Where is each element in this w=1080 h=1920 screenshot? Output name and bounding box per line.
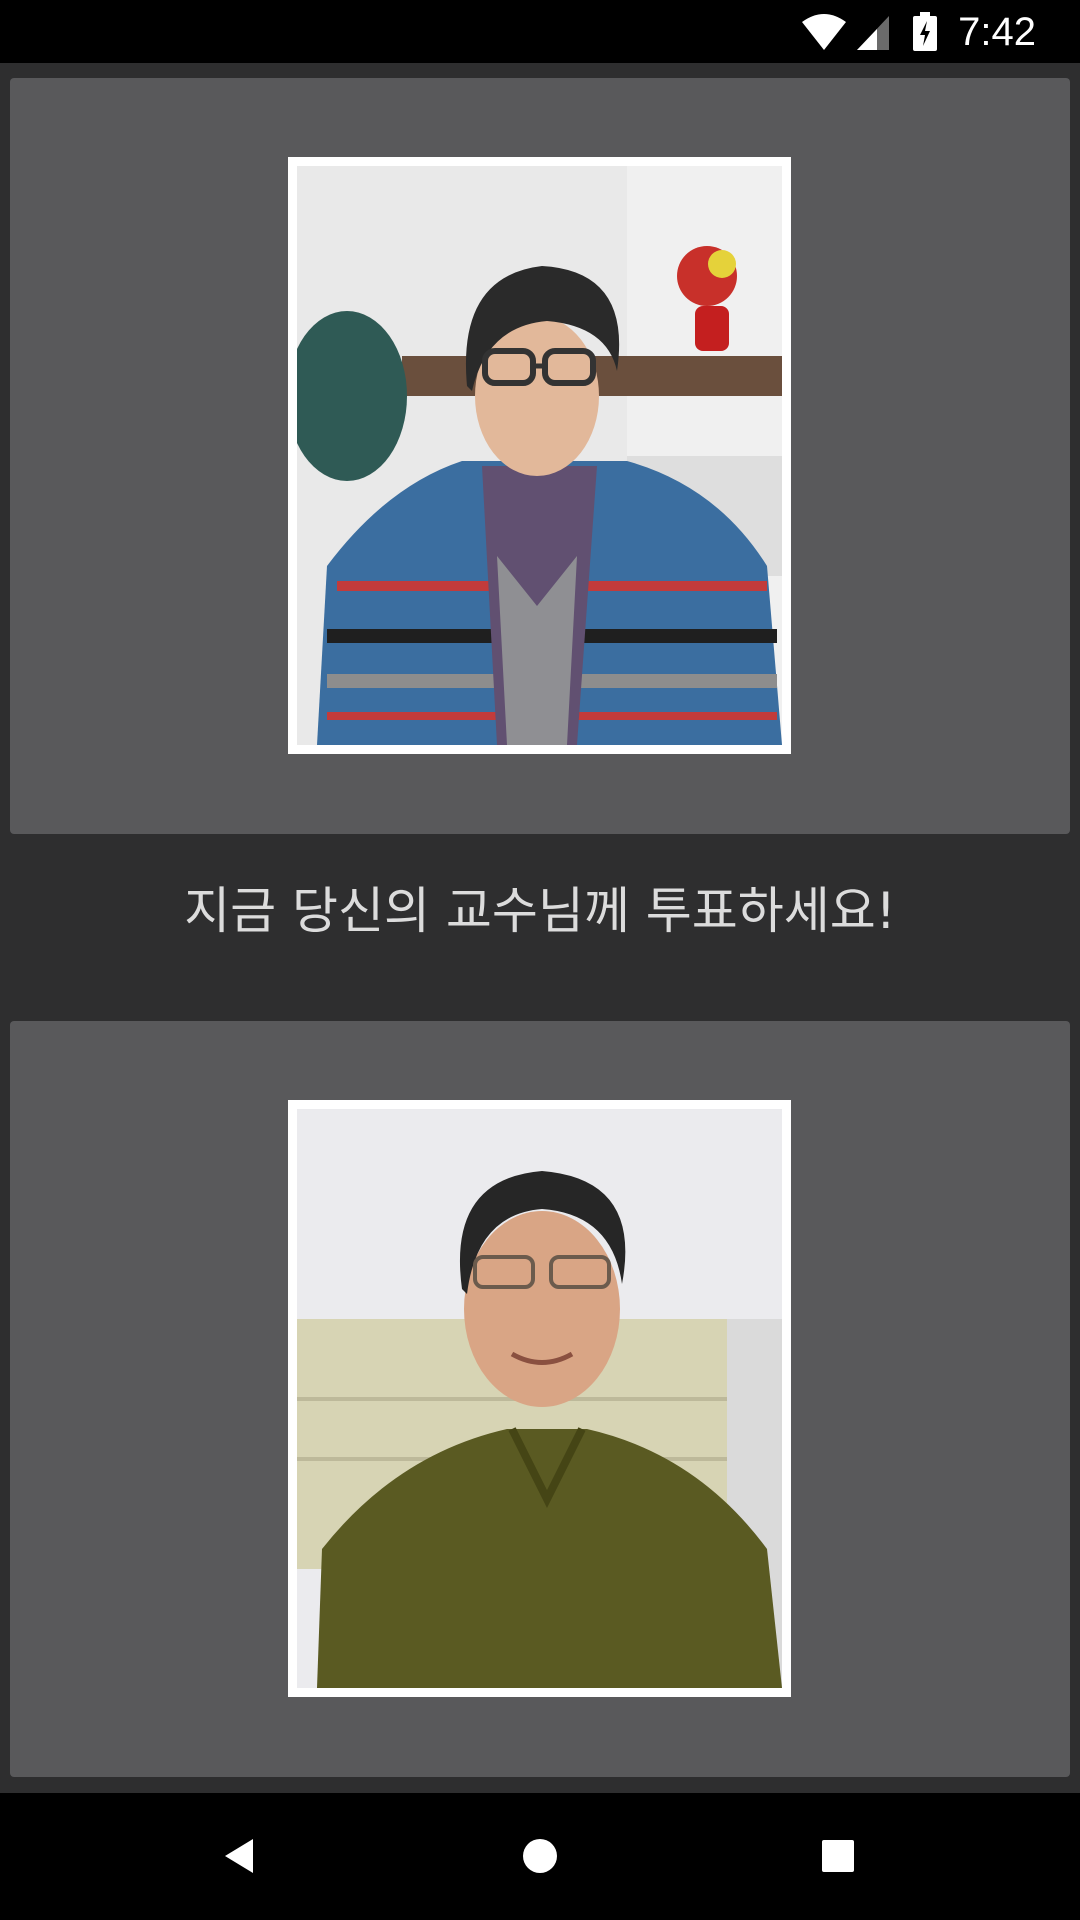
candidate-card-2[interactable] bbox=[10, 1021, 1070, 1777]
back-icon[interactable] bbox=[215, 1831, 265, 1881]
home-icon[interactable] bbox=[515, 1831, 565, 1881]
cell-signal-icon bbox=[857, 16, 889, 50]
candidate-photo-frame-2[interactable] bbox=[288, 1100, 791, 1697]
professor-photo-2[interactable] bbox=[297, 1109, 782, 1688]
battery-charging-icon bbox=[913, 12, 937, 51]
professor-photo-1[interactable] bbox=[297, 166, 782, 745]
recent-apps-icon[interactable] bbox=[813, 1831, 863, 1881]
navigation-bar bbox=[0, 1793, 1080, 1920]
candidate-photo-frame-1[interactable] bbox=[288, 157, 791, 754]
status-time: 7:42 bbox=[958, 10, 1036, 54]
vote-prompt: 지금 당신의 교수님께 투표하세요! bbox=[184, 882, 896, 940]
candidate-card-1[interactable] bbox=[10, 78, 1070, 834]
vote-screen: 지금 당신의 교수님께 투표하세요! bbox=[0, 63, 1080, 1793]
wifi-icon bbox=[802, 14, 846, 50]
status-bar: 7:42 bbox=[0, 0, 1080, 63]
